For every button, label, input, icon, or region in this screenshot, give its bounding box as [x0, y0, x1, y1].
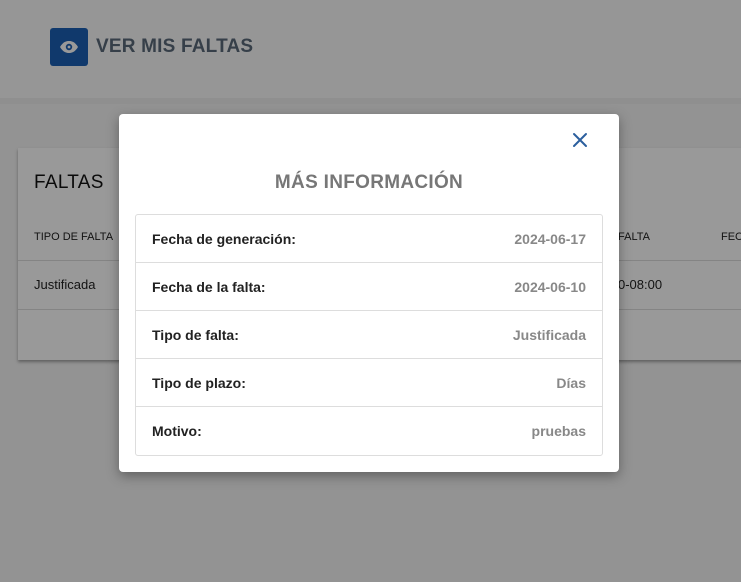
info-row-tipo-plazo: Tipo de plazo: Días	[136, 359, 602, 407]
info-value: Justificada	[512, 326, 586, 343]
modal-title: MÁS INFORMACIÓN	[274, 172, 464, 193]
info-label: Fecha de la falta:	[152, 278, 266, 295]
info-row-motivo: Motivo: pruebas	[136, 407, 602, 454]
info-value: Días	[556, 374, 586, 391]
info-label: Motivo:	[152, 422, 202, 439]
info-label: Tipo de falta:	[152, 326, 239, 343]
info-row-fecha-falta: Fecha de la falta: 2024-06-10	[136, 263, 602, 311]
close-icon[interactable]	[571, 131, 589, 149]
info-value: 2024-06-17	[514, 230, 586, 247]
info-value: 2024-06-10	[514, 278, 586, 295]
info-row-tipo-falta: Tipo de falta: Justificada	[136, 311, 602, 359]
info-modal: MÁS INFORMACIÓN Fecha de generación: 202…	[119, 114, 619, 472]
info-list: Fecha de generación: 2024-06-17 Fecha de…	[135, 214, 603, 456]
info-value: pruebas	[531, 422, 586, 439]
info-row-fecha-generacion: Fecha de generación: 2024-06-17	[136, 215, 602, 263]
info-label: Fecha de generación:	[152, 230, 296, 247]
info-label: Tipo de plazo:	[152, 374, 246, 391]
